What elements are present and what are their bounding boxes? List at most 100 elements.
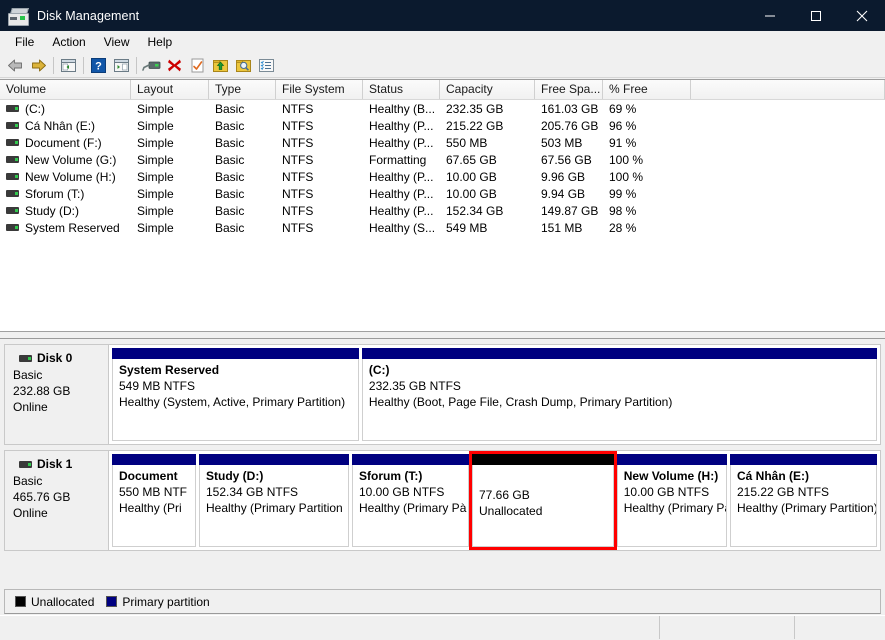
cell-layout: Simple xyxy=(131,187,209,201)
cell-type: Basic xyxy=(209,119,276,133)
column-header[interactable]: Status xyxy=(363,80,440,99)
column-header[interactable]: File System xyxy=(276,80,363,99)
partition-block[interactable]: System Reserved549 MB NTFSHealthy (Syste… xyxy=(112,348,359,441)
menu-item-action[interactable]: Action xyxy=(43,33,94,51)
cell-status: Healthy (P... xyxy=(363,187,440,201)
horizontal-splitter[interactable] xyxy=(0,331,885,339)
rescan-disks-icon[interactable] xyxy=(209,54,232,76)
column-header[interactable]: Capacity xyxy=(440,80,535,99)
legend-swatch xyxy=(106,596,117,607)
forward-icon[interactable] xyxy=(27,54,50,76)
partition-strip: Document550 MB NTFHealthy (PriStudy (D:)… xyxy=(109,450,881,551)
column-header[interactable]: Type xyxy=(209,80,276,99)
partition-status: Healthy (Primary Pà xyxy=(359,500,468,516)
volume-name-cell: Study (D:) xyxy=(0,204,131,218)
disk-name: Disk 1 xyxy=(37,457,72,471)
svg-text:?: ? xyxy=(95,60,102,72)
partition-color-bar xyxy=(730,454,877,465)
properties-icon[interactable] xyxy=(140,54,163,76)
partition-details: 77.66 GBUnallocated xyxy=(472,465,614,547)
cell-free-space: 9.96 GB xyxy=(535,170,603,184)
volume-name-cell: System Reserved xyxy=(0,221,131,235)
cell-percent-free: 69 % xyxy=(603,102,691,116)
cell-type: Basic xyxy=(209,204,276,218)
column-header[interactable]: % Free xyxy=(603,80,691,99)
drive-icon xyxy=(6,207,19,214)
cell-file-system: NTFS xyxy=(276,204,363,218)
partition-block[interactable]: Cá Nhân (E:)215.22 GB NTFSHealthy (Prima… xyxy=(730,454,877,547)
maximize-icon[interactable] xyxy=(793,0,839,31)
table-row[interactable]: Sforum (T:)SimpleBasicNTFSHealthy (P...1… xyxy=(0,185,885,202)
partition-block[interactable]: (C:)232.35 GB NTFSHealthy (Boot, Page Fi… xyxy=(362,348,877,441)
partition-size: 10.00 GB NTFS xyxy=(359,484,468,500)
back-icon[interactable] xyxy=(4,54,27,76)
minimize-icon[interactable] xyxy=(747,0,793,31)
partition-status: Unallocated xyxy=(479,503,613,519)
partition-block[interactable]: Study (D:)152.34 GB NTFSHealthy (Primary… xyxy=(199,454,349,547)
menu-item-view[interactable]: View xyxy=(95,33,139,51)
table-row[interactable]: Cá Nhân (E:)SimpleBasicNTFSHealthy (P...… xyxy=(0,117,885,134)
partition-unallocated[interactable]: 77.66 GBUnallocated xyxy=(472,454,614,547)
cell-free-space: 161.03 GB xyxy=(535,102,603,116)
cell-percent-free: 100 % xyxy=(603,153,691,167)
partition-block[interactable]: New Volume (H:)10.00 GB NTFSHealthy (Pri… xyxy=(617,454,727,547)
column-header[interactable]: Volume xyxy=(0,80,131,99)
show-hide-console-tree-icon[interactable] xyxy=(57,54,80,76)
toolbar-separator xyxy=(83,57,84,74)
menu-item-file[interactable]: File xyxy=(6,33,43,51)
table-row[interactable]: Study (D:)SimpleBasicNTFSHealthy (P...15… xyxy=(0,202,885,219)
partition-block[interactable]: Document550 MB NTFHealthy (Pri xyxy=(112,454,196,547)
cell-file-system: NTFS xyxy=(276,136,363,150)
partition-color-bar xyxy=(352,454,469,465)
cell-capacity: 232.35 GB xyxy=(440,102,535,116)
table-row[interactable]: Document (F:)SimpleBasicNTFSHealthy (P..… xyxy=(0,134,885,151)
volume-name-cell: New Volume (G:) xyxy=(0,153,131,167)
table-row[interactable]: New Volume (G:)SimpleBasicNTFSFormatting… xyxy=(0,151,885,168)
volume-name-cell: Sforum (T:) xyxy=(0,187,131,201)
table-row[interactable]: (C:)SimpleBasicNTFSHealthy (B...232.35 G… xyxy=(0,100,885,117)
volume-name-cell: New Volume (H:) xyxy=(0,170,131,184)
legend-bar: UnallocatedPrimary partition xyxy=(4,589,881,614)
column-header[interactable]: Layout xyxy=(131,80,209,99)
partition-color-bar xyxy=(617,454,727,465)
volume-name-cell: (C:) xyxy=(0,102,131,116)
partition-size: 152.34 GB NTFS xyxy=(206,484,348,500)
drive-icon xyxy=(6,156,19,163)
partition-name: New Volume (H:) xyxy=(624,469,726,483)
search-folder-icon[interactable] xyxy=(232,54,255,76)
cell-file-system: NTFS xyxy=(276,170,363,184)
table-row[interactable]: New Volume (H:)SimpleBasicNTFSHealthy (P… xyxy=(0,168,885,185)
cell-capacity: 215.22 GB xyxy=(440,119,535,133)
volume-label: Document (F:) xyxy=(25,136,102,150)
disk-info-panel[interactable]: Disk 0Basic232.88 GBOnline xyxy=(4,344,109,445)
column-header[interactable] xyxy=(691,80,885,99)
refresh-icon[interactable] xyxy=(186,54,209,76)
drive-icon xyxy=(6,105,19,112)
cell-type: Basic xyxy=(209,221,276,235)
column-header[interactable]: Free Spa... xyxy=(535,80,603,99)
drive-icon xyxy=(19,461,32,468)
partition-block[interactable]: Sforum (T:)10.00 GB NTFSHealthy (Primary… xyxy=(352,454,469,547)
cell-status: Healthy (P... xyxy=(363,136,440,150)
partition-color-bar xyxy=(472,454,614,465)
table-row[interactable]: System ReservedSimpleBasicNTFSHealthy (S… xyxy=(0,219,885,236)
disk-type: Basic xyxy=(13,473,108,489)
graphical-disk-view: Disk 0Basic232.88 GBOnlineSystem Reserve… xyxy=(0,339,885,588)
disk-drive-icon xyxy=(7,7,29,25)
delete-icon[interactable] xyxy=(163,54,186,76)
legend-swatch xyxy=(15,596,26,607)
toolbar-separator xyxy=(53,57,54,74)
show-action-pane-icon[interactable] xyxy=(110,54,133,76)
cell-free-space: 151 MB xyxy=(535,221,603,235)
list-view-icon[interactable] xyxy=(255,54,278,76)
disk-info-panel[interactable]: Disk 1Basic465.76 GBOnline xyxy=(4,450,109,551)
partition-name: Cá Nhân (E:) xyxy=(737,469,876,483)
menu-item-help[interactable]: Help xyxy=(139,33,182,51)
partition-details: Sforum (T:)10.00 GB NTFSHealthy (Primary… xyxy=(352,465,469,547)
cell-status: Healthy (P... xyxy=(363,170,440,184)
disk-management-window: Disk Management File Action View Help xyxy=(0,0,885,640)
cell-layout: Simple xyxy=(131,221,209,235)
close-icon[interactable] xyxy=(839,0,885,31)
volume-list-rows: (C:)SimpleBasicNTFSHealthy (B...232.35 G… xyxy=(0,100,885,236)
help-icon[interactable]: ? xyxy=(87,54,110,76)
